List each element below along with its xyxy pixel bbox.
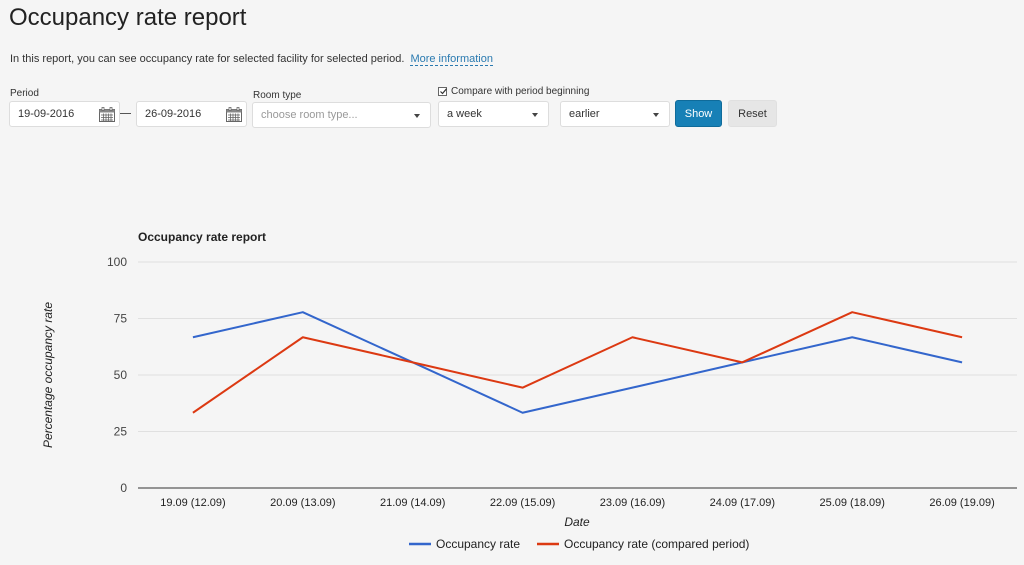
x-tick-label: 23.09 (16.09) (600, 497, 665, 509)
intro-description: In this report, you can see occupancy ra… (10, 53, 405, 65)
y-tick-label: 75 (114, 312, 128, 326)
reset-button[interactable]: Reset (728, 100, 777, 127)
x-axis-ticks: 19.09 (12.09) 20.09 (13.09) 21.09 (14.09) 2… (160, 497, 995, 509)
x-axis-label: Date (564, 515, 590, 529)
y-tick-label: 50 (114, 368, 128, 382)
y-tick-label: 0 (120, 481, 127, 495)
compare-direction-value: earlier (569, 108, 600, 120)
gridlines (138, 261, 1017, 489)
series-line-1 (192, 311, 963, 414)
chevron-down-icon (532, 113, 538, 117)
y-axis-label: Percentage occupancy rate (41, 302, 55, 448)
x-tick-label: 20.09 (13.09) (270, 497, 335, 509)
chart-legend: Occupancy rate Occupancy rate (compared p… (409, 537, 749, 551)
y-tick-label: 25 (114, 425, 128, 439)
y-axis-ticks: 0 25 50 75 100 (107, 255, 127, 495)
calendar-icon[interactable] (99, 107, 115, 122)
period-start-value: 19-09-2016 (18, 108, 75, 120)
chevron-down-icon (414, 114, 420, 118)
x-tick-label: 21.09 (14.09) (380, 497, 445, 509)
y-tick-label: 100 (107, 255, 127, 269)
period-start-input[interactable]: 19-09-2016 (9, 101, 120, 127)
period-end-input[interactable]: 26-09-2016 (136, 101, 247, 127)
intro-text: In this report, you can see occupancy ra… (10, 53, 493, 66)
room-type-placeholder: choose room type... (261, 109, 358, 121)
x-tick-label: 22.09 (15.09) (490, 497, 555, 509)
calendar-icon[interactable] (226, 107, 242, 122)
room-type-select[interactable]: choose room type... (252, 102, 431, 128)
period-range-separator (120, 113, 131, 114)
page-title: Occupancy rate report (9, 4, 247, 31)
show-button[interactable]: Show (675, 100, 722, 127)
x-tick-label: 26.09 (19.09) (929, 497, 994, 509)
series-lines (192, 311, 963, 414)
x-tick-label: 24.09 (17.09) (710, 497, 775, 509)
chevron-down-icon (653, 113, 659, 117)
compare-checkbox[interactable] (438, 87, 447, 96)
legend-label: Occupancy rate (436, 537, 520, 551)
more-information-link[interactable]: More information (410, 53, 493, 66)
compare-offset-value: a week (447, 108, 482, 120)
compare-label: Compare with period beginning (451, 86, 590, 97)
occupancy-line-chart: Occupancy rate report 0 25 50 75 100 19.09 (… (41, 230, 1017, 551)
room-type-label: Room type (253, 90, 302, 101)
period-end-value: 26-09-2016 (145, 108, 202, 120)
period-label: Period (10, 88, 39, 99)
legend-label: Occupancy rate (compared period) (564, 537, 749, 551)
checkmark-icon (440, 88, 447, 95)
chart-title: Occupancy rate report (138, 230, 266, 244)
x-tick-label: 19.09 (12.09) (160, 497, 225, 509)
compare-direction-select[interactable]: earlier (560, 101, 670, 127)
x-tick-label: 25.09 (18.09) (819, 497, 884, 509)
compare-offset-select[interactable]: a week (438, 101, 549, 127)
